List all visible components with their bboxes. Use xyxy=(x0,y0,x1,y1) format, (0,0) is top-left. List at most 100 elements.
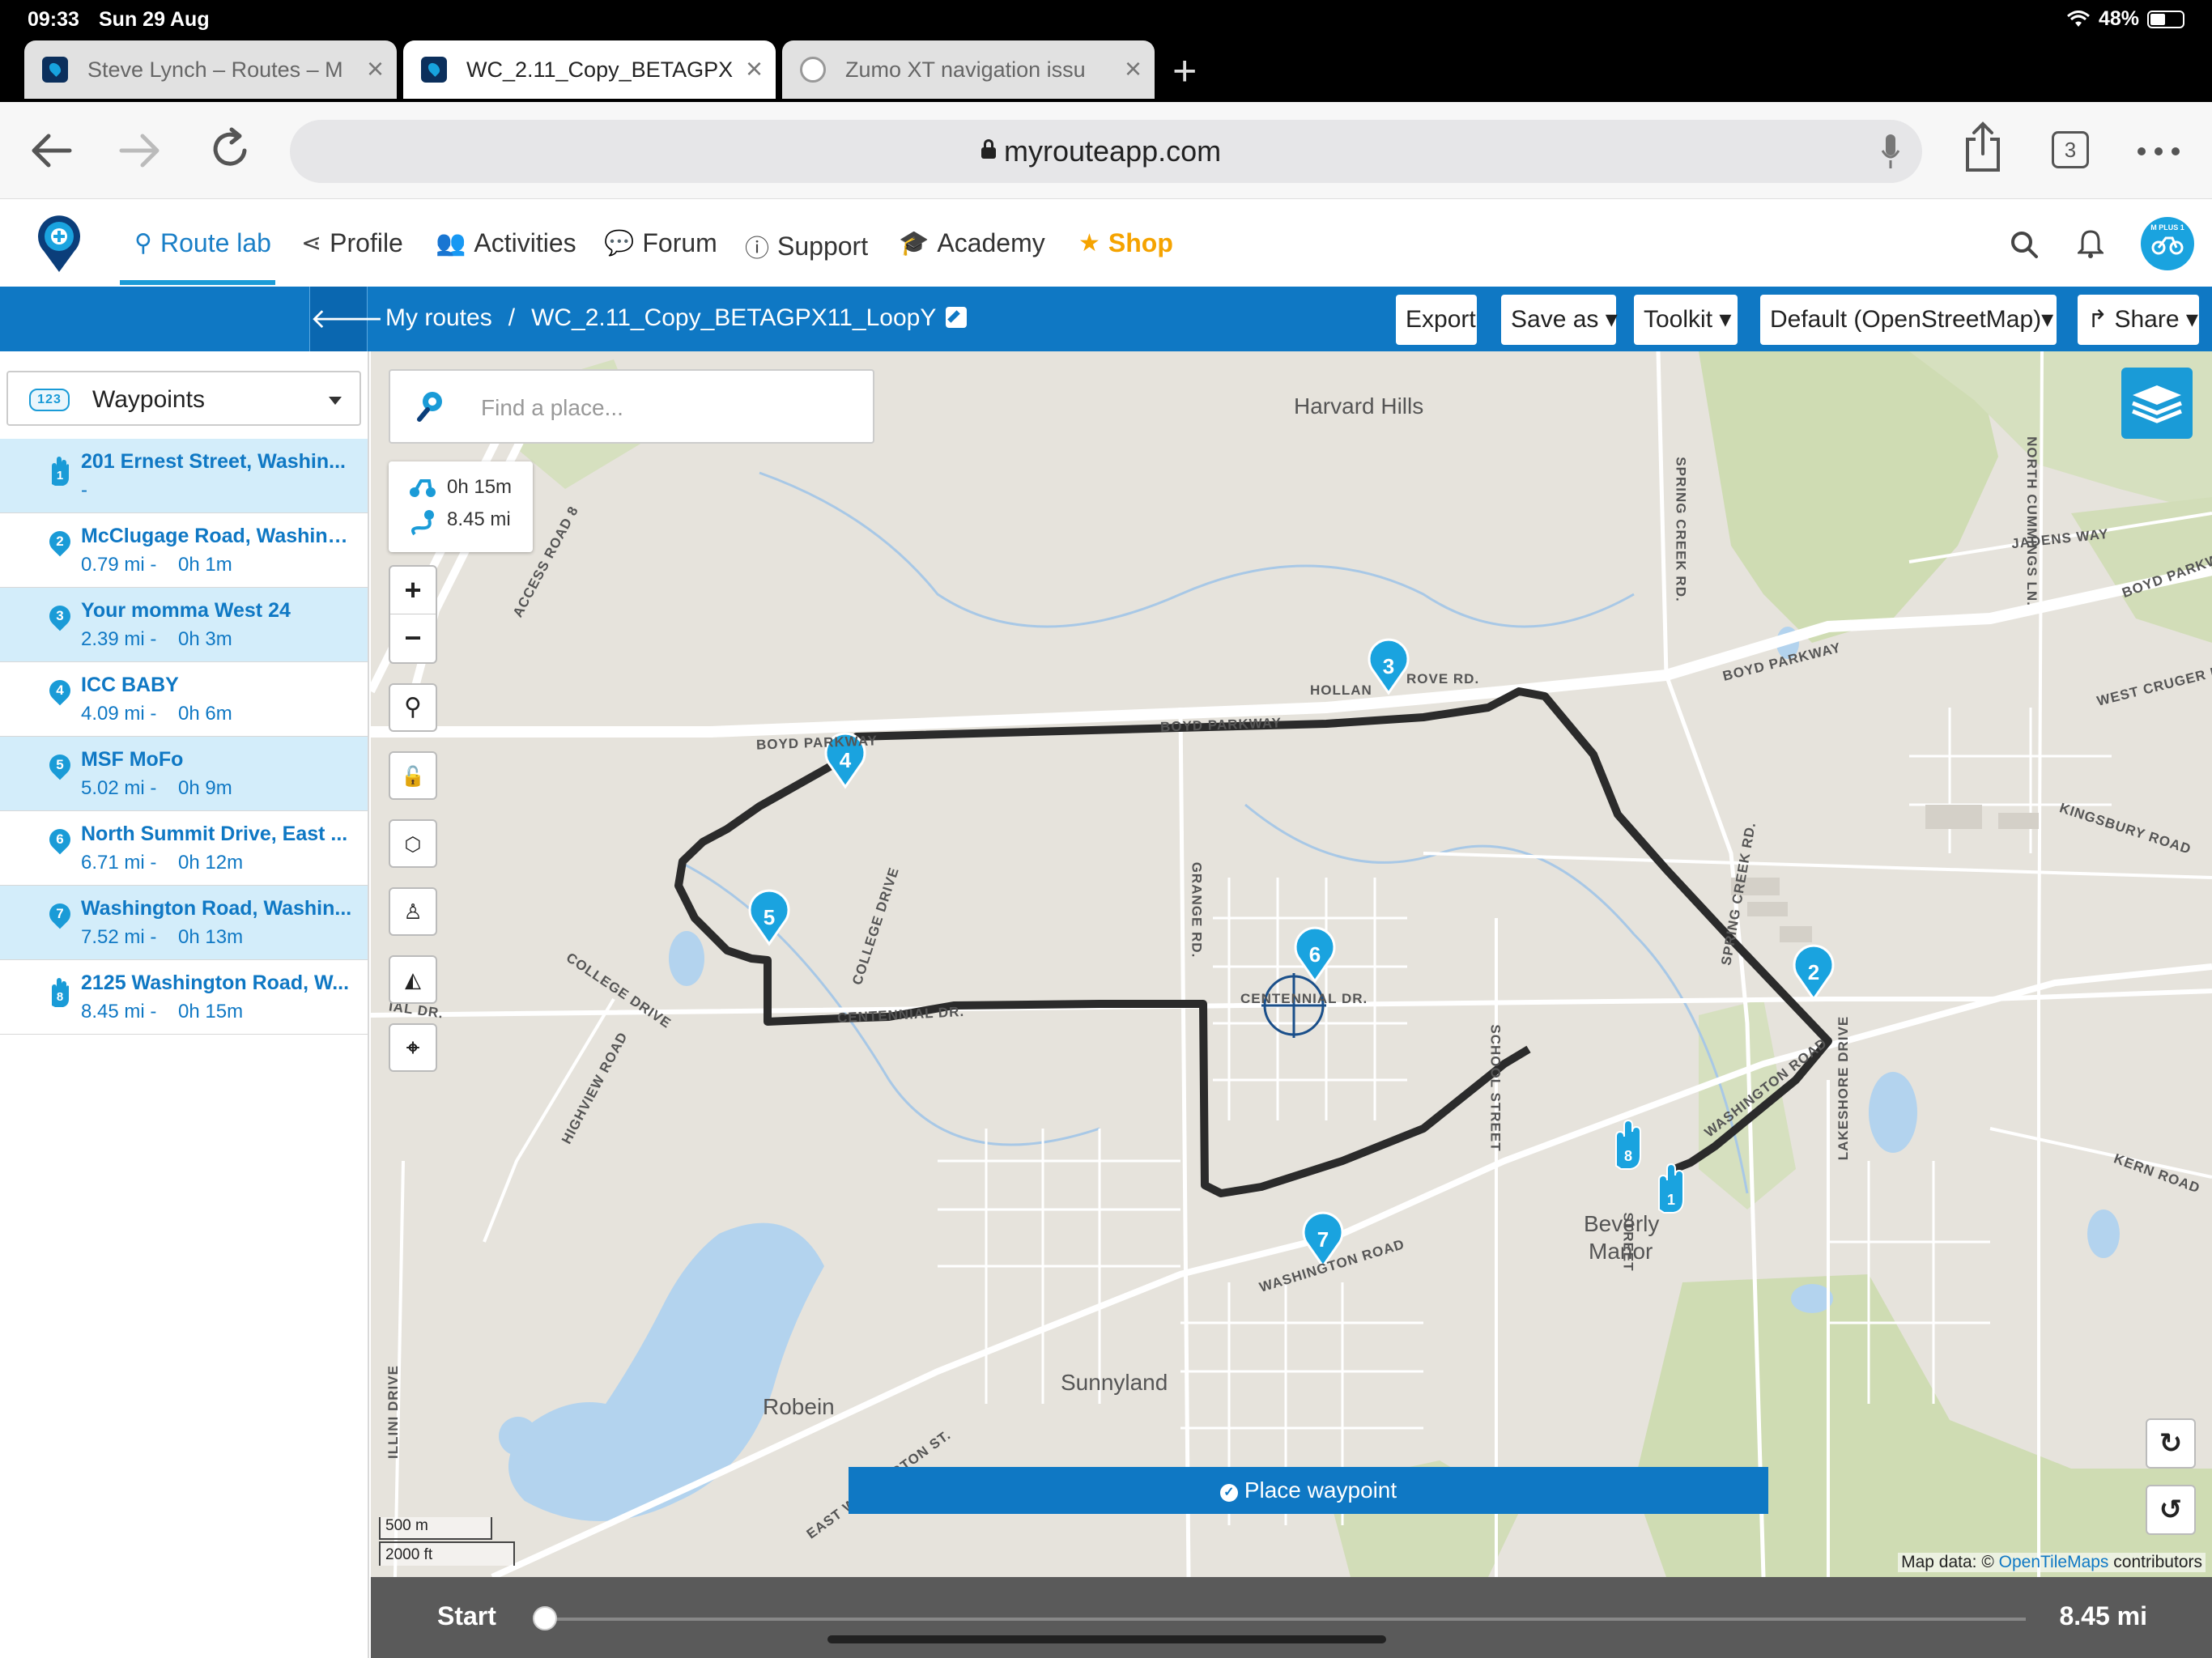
elevation-tool-button[interactable]: ◭ xyxy=(389,955,437,1004)
map-waypoint-number: 7 xyxy=(1317,1227,1329,1252)
route-slider-track[interactable] xyxy=(544,1618,2026,1621)
road-label: LAKESHORE DRIVE xyxy=(1836,1015,1852,1161)
road-label: SPRING CREEK RD. xyxy=(1673,457,1689,602)
nav-route-lab[interactable]: ⚲ Route lab xyxy=(134,228,271,258)
comments-icon: 💬 xyxy=(604,230,635,257)
bell-icon[interactable] xyxy=(2078,228,2104,259)
collapse-sidebar-button[interactable]: 🡐 xyxy=(309,287,384,351)
route-progress-bar: Start 8.45 mi xyxy=(371,1577,2212,1658)
waypoint-row[interactable]: 7 Washington Road, Washin... 7.52 mi - 0h … xyxy=(0,886,368,960)
waypoint-meta: 7.52 mi - 0h 13m xyxy=(81,926,244,948)
nav-label: Route lab xyxy=(160,228,271,257)
share-icon[interactable] xyxy=(1963,121,2003,173)
waypoint-number: 8 xyxy=(56,990,64,1004)
toolkit-button[interactable]: Toolkit ▾ xyxy=(1634,295,1738,345)
waypoint-row[interactable]: 3 Your momma West 24 2.39 mi - 0h 3m xyxy=(0,588,368,662)
route-name[interactable]: WC_2.11_Copy_BETAGPX11_LoopY xyxy=(531,304,936,331)
close-tab-icon[interactable]: × xyxy=(1125,52,1142,86)
route-slider-thumb[interactable] xyxy=(533,1606,557,1630)
redo-button[interactable]: ↻ xyxy=(2146,1418,2196,1469)
tabs-icon[interactable]: 3 xyxy=(2052,131,2089,168)
nav-label: Forum xyxy=(642,228,717,257)
browser-tab[interactable]: Zumo XT navigation issu × xyxy=(782,40,1155,99)
breadcrumb-separator: / xyxy=(508,304,516,331)
waypoint-row[interactable]: 6 North Summit Drive, East ... 6.71 mi - 0… xyxy=(0,811,368,886)
locate-tool-button[interactable]: ⌖ xyxy=(389,1023,437,1072)
zoom-out-button[interactable]: − xyxy=(390,614,436,662)
waypoint-row[interactable]: 2 McClugage Road, Washing... 0.79 mi - 0h … xyxy=(0,513,368,588)
share-button[interactable]: ↱ Share ▾ xyxy=(2078,295,2199,345)
waypoint-name: Your momma West 24 xyxy=(81,599,291,622)
nav-profile[interactable]: ⋖ Profile xyxy=(301,228,403,258)
layers-button[interactable] xyxy=(2121,368,2193,439)
battery-percent: 48% xyxy=(2098,7,2139,30)
grange-road xyxy=(1178,707,1191,1578)
more-icon[interactable] xyxy=(2136,146,2181,157)
waypoints-select[interactable]: 123 Waypoints xyxy=(6,371,361,426)
edit-icon[interactable] xyxy=(946,307,968,328)
waypoint-meta: 4.09 mi - 0h 6m xyxy=(81,703,232,725)
save-as-button[interactable]: Save as ▾ xyxy=(1501,295,1618,345)
place-waypoint-label: Place waypoint xyxy=(1244,1477,1397,1503)
new-tab-button[interactable]: + xyxy=(1172,47,1197,96)
browser-tab-title: Steve Lynch – Routes – M xyxy=(87,57,343,82)
motorbike-time-icon xyxy=(410,479,436,497)
browser-tab[interactable]: Steve Lynch – Routes – M × xyxy=(24,40,397,99)
nav-support[interactable]: ⓘ Support xyxy=(745,228,868,264)
place-waypoint-button[interactable]: ✓ Place waypoint xyxy=(849,1467,1768,1514)
close-tab-icon[interactable]: × xyxy=(746,52,763,86)
pond xyxy=(669,931,704,986)
route-map[interactable]: 12345678 Harvard Hills Beverly Manor Sun… xyxy=(371,351,2212,1658)
close-tab-icon[interactable]: × xyxy=(367,52,384,86)
scale-imperial: 2000 ft xyxy=(379,1541,515,1566)
nav-shop[interactable]: ★ Shop xyxy=(1078,228,1173,258)
export-button[interactable]: Export xyxy=(1396,295,1477,345)
marker-tool-button[interactable]: ⚲ xyxy=(389,683,437,732)
kern-road xyxy=(1989,1127,2212,1179)
undo-button[interactable]: ↺ xyxy=(2146,1485,2196,1535)
nav-forum[interactable]: 💬 Forum xyxy=(604,228,717,258)
nav-activities[interactable]: 👥 Activities xyxy=(436,228,576,258)
avatar[interactable]: M PLUS 1 xyxy=(2141,217,2194,270)
3d-tool-button[interactable]: ⬡ xyxy=(389,819,437,868)
finish-hand-icon: 8 xyxy=(47,976,71,1009)
find-place-icon xyxy=(417,392,442,422)
myroute-favicon-icon xyxy=(42,57,68,83)
waypoint-name: North Summit Drive, East ... xyxy=(81,823,348,845)
forward-icon[interactable] xyxy=(117,128,162,173)
waypoint-number: 3 xyxy=(56,608,64,623)
waypoint-row[interactable]: 4 ICC BABY 4.09 mi - 0h 6m xyxy=(0,662,368,737)
kingsbury-road xyxy=(1423,852,2212,879)
map-waypoint-number: 6 xyxy=(1309,942,1321,967)
boyd-parkway xyxy=(371,564,2212,738)
active-nav-underline xyxy=(120,280,275,285)
check-circle-icon: ✓ xyxy=(1219,1484,1238,1502)
back-icon[interactable] xyxy=(29,128,74,173)
zoom-in-button[interactable]: + xyxy=(390,567,436,614)
mic-icon[interactable] xyxy=(1882,133,1899,170)
waypoint-pin-icon: 7 xyxy=(45,899,75,934)
waypoint-name: McClugage Road, Washing... xyxy=(81,525,356,547)
search-icon[interactable] xyxy=(2010,230,2039,259)
browser-tab-active[interactable]: WC_2.11_Copy_BETAGPX × xyxy=(403,40,776,99)
waypoint-number: 1 xyxy=(56,469,64,483)
lock-tool-button[interactable]: 🔓 xyxy=(389,751,437,800)
nav-academy[interactable]: 🎓 Academy xyxy=(899,228,1045,258)
reload-icon[interactable] xyxy=(207,126,253,172)
stream xyxy=(759,471,1635,628)
search-input[interactable] xyxy=(481,392,853,424)
waypoint-row[interactable]: 1 201 Ernest Street, Washin... - xyxy=(0,439,368,513)
address-bar[interactable]: myrouteapp.com xyxy=(290,120,1922,183)
app-navigation: ⚲ Route lab ⋖ Profile 👥 Activities 💬 Forum ⓘ… xyxy=(0,199,2212,287)
myrouteapp-logo[interactable] xyxy=(32,214,86,275)
waypoint-row[interactable]: 5 MSF MoFo 5.02 mi - 0h 9m xyxy=(0,737,368,811)
forest-area xyxy=(1699,351,1998,643)
streetview-tool-button[interactable]: ♙ xyxy=(389,887,437,936)
place-search[interactable] xyxy=(389,369,874,444)
map-style-select[interactable]: Default (OpenStreetMap)▾ xyxy=(1760,295,2057,345)
breadcrumb-my-routes[interactable]: My routes xyxy=(385,304,492,331)
waypoint-row[interactable]: 8 2125 Washington Road, W... 8.45 mi - 0h … xyxy=(0,960,368,1035)
waypoint-meta: 6.71 mi - 0h 12m xyxy=(81,852,244,874)
motorbike-icon xyxy=(2151,236,2184,255)
attribution-link[interactable]: OpenTileMaps xyxy=(1999,1553,2109,1571)
